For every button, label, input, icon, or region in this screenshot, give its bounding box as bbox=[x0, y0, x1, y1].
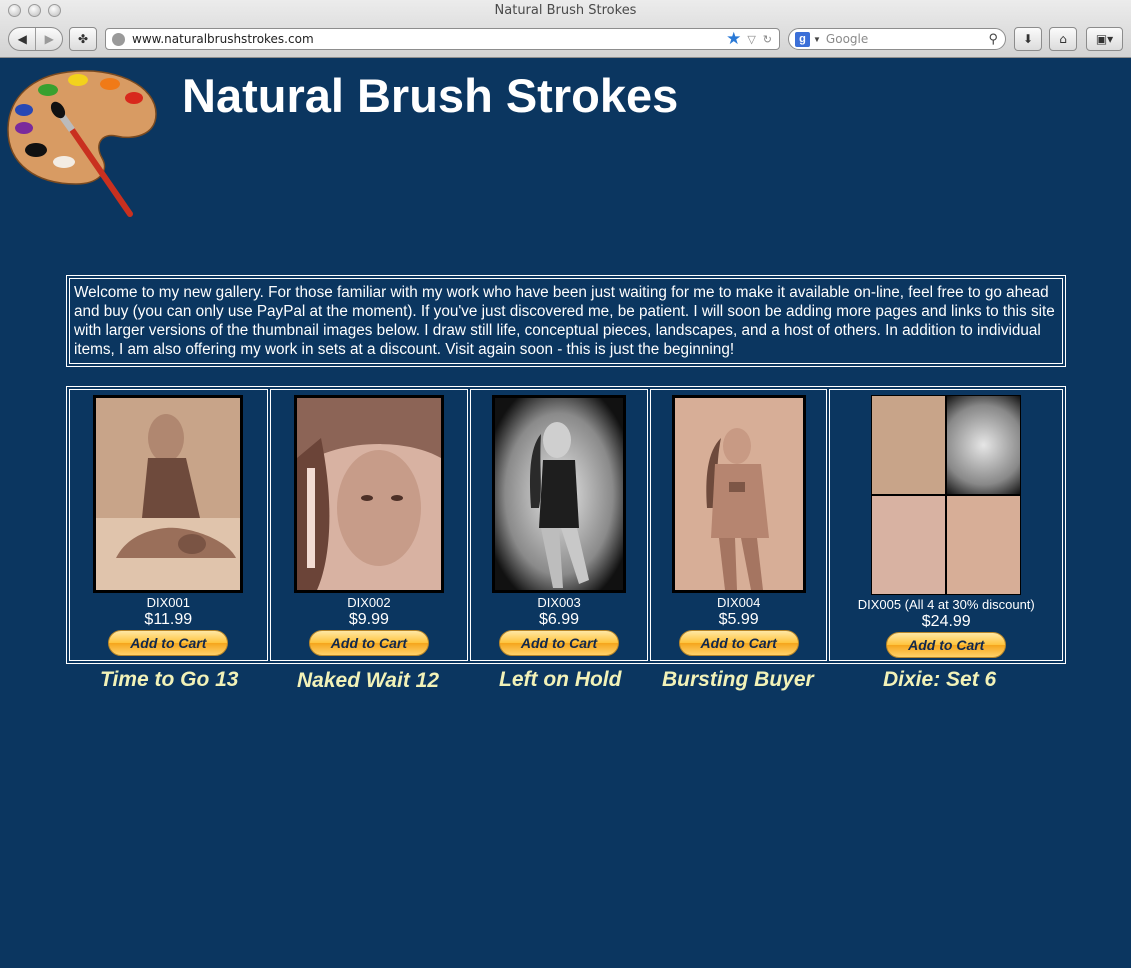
add-to-cart-button[interactable]: Add to Cart bbox=[678, 630, 799, 656]
address-bar[interactable]: www.naturalbrushstrokes.com ★ ▽ ↻ bbox=[105, 28, 780, 50]
globe-icon bbox=[112, 32, 125, 46]
item-price: $9.99 bbox=[348, 611, 389, 628]
set-thumbnail-3 bbox=[946, 395, 1022, 495]
set-thumbnail-1 bbox=[871, 395, 947, 495]
google-icon[interactable]: g bbox=[795, 31, 810, 47]
add-to-cart-button[interactable]: Add to Cart bbox=[108, 630, 229, 656]
welcome-box: Welcome to my new gallery. For those fam… bbox=[66, 275, 1066, 367]
artwork-drawing-2 bbox=[296, 398, 441, 590]
item-sku: DIX002 bbox=[347, 595, 391, 610]
bookmarks-button[interactable]: ▣▾ bbox=[1086, 27, 1123, 51]
artwork-drawing-4 bbox=[674, 398, 803, 590]
search-engine-dropdown-icon[interactable]: ▼ bbox=[813, 35, 821, 44]
item-name: Time to Go 13 bbox=[100, 668, 239, 691]
add-to-cart-button[interactable]: Add to Cart bbox=[499, 630, 619, 656]
gallery-table: DIX001 $11.99 Add to Cart DIX002 $9.99 A… bbox=[66, 386, 1066, 664]
url-text: www.naturalbrushstrokes.com bbox=[132, 32, 314, 46]
thumbnail-image[interactable] bbox=[93, 395, 244, 593]
search-input[interactable]: Google bbox=[826, 32, 989, 46]
artwork-drawing-1 bbox=[96, 398, 241, 590]
item-name: Dixie: Set 6 bbox=[883, 668, 997, 691]
bookmark-star-icon[interactable]: ★ bbox=[726, 29, 741, 49]
welcome-text: Welcome to my new gallery. For those fam… bbox=[69, 278, 1063, 364]
back-arrow-icon: ◀ bbox=[17, 32, 27, 46]
back-forward-buttons: ◀ ▶ bbox=[8, 27, 63, 51]
thumbnail-image[interactable] bbox=[671, 395, 806, 593]
home-button[interactable]: ⌂ bbox=[1049, 27, 1077, 51]
reload-icon[interactable]: ↻ bbox=[763, 33, 772, 46]
downloads-button[interactable]: ⬇ bbox=[1014, 27, 1042, 51]
item-price: $11.99 bbox=[144, 611, 193, 628]
gallery-item: DIX001 $11.99 Add to Cart bbox=[69, 389, 268, 661]
gallery-item: DIX003 $6.99 Add to Cart bbox=[470, 389, 648, 661]
item-price: $6.99 bbox=[538, 611, 580, 628]
window-title: Natural Brush Strokes bbox=[494, 3, 637, 18]
add-to-cart-button[interactable]: Add to Cart bbox=[308, 630, 429, 656]
download-arrow-icon: ⬇ bbox=[1022, 32, 1034, 46]
browser-toolbar: Natural Brush Strokes ◀ ▶ ✤ www.naturalb… bbox=[0, 0, 1131, 58]
gallery-item: DIX004 $5.99 Add to Cart bbox=[649, 389, 828, 661]
artwork-drawing-3 bbox=[495, 398, 623, 590]
thumbnail-image[interactable] bbox=[492, 395, 626, 593]
bookmarks-icon: ▣▾ bbox=[1095, 32, 1114, 46]
set-thumbnail-2 bbox=[871, 495, 947, 595]
item-name: Left on Hold bbox=[499, 668, 622, 691]
gallery-item: DIX002 $9.99 Add to Cart bbox=[269, 389, 469, 661]
item-names-row: Time to Go 13 Naked Wait 12 Left on Hold… bbox=[66, 668, 1066, 698]
set-thumbnail-4 bbox=[946, 495, 1022, 595]
add-to-cart-button[interactable]: Add to Cart bbox=[886, 632, 1007, 658]
item-price: $24.99 bbox=[921, 613, 971, 630]
search-bar[interactable]: g ▼ Google ⚲ bbox=[788, 28, 1006, 50]
back-button[interactable]: ◀ bbox=[9, 28, 35, 50]
set-thumbnail-grid[interactable] bbox=[871, 395, 1022, 595]
puzzle-icon: ✤ bbox=[77, 32, 89, 46]
forward-arrow-icon: ▶ bbox=[44, 32, 54, 46]
item-sku: DIX001 bbox=[146, 595, 190, 610]
item-name: Naked Wait 12 bbox=[297, 669, 440, 692]
item-price: $5.99 bbox=[718, 611, 759, 628]
item-name: Bursting Buyer bbox=[662, 668, 814, 691]
history-dropdown-icon[interactable]: ▽ bbox=[747, 33, 755, 46]
forward-button[interactable]: ▶ bbox=[35, 28, 62, 50]
site-title: Natural Brush Strokes bbox=[182, 69, 679, 122]
thumbnail-image[interactable] bbox=[293, 395, 444, 593]
home-icon: ⌂ bbox=[1059, 32, 1067, 46]
addons-button[interactable]: ✤ bbox=[69, 27, 97, 51]
search-icon[interactable]: ⚲ bbox=[988, 31, 998, 47]
gallery-item: DIX005 (All 4 at 30% discount) $24.99 Ad… bbox=[829, 389, 1063, 661]
item-sku: DIX003 bbox=[537, 595, 581, 610]
palette-logo bbox=[7, 70, 157, 217]
item-sku: DIX005 (All 4 at 30% discount) bbox=[857, 597, 1035, 612]
item-sku: DIX004 bbox=[716, 595, 761, 610]
